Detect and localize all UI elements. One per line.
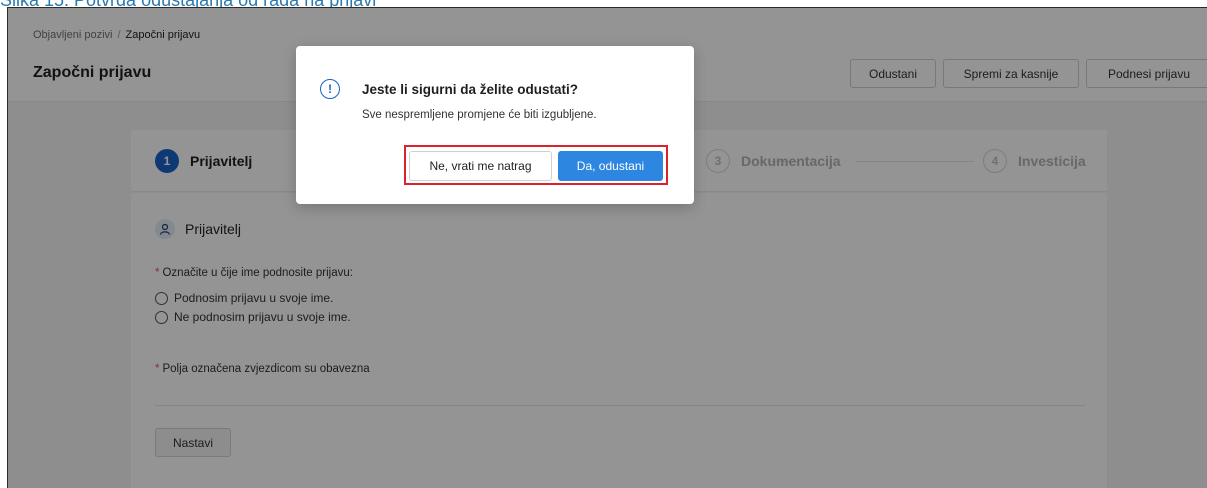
app-window: Objavljeni pozivi / Započni prijavu Započn…: [7, 7, 1207, 488]
go-back-button[interactable]: Ne, vrati me natrag: [409, 151, 552, 181]
exclamation-circle-icon: !: [320, 79, 340, 99]
confirm-cancel-dialog: ! Jeste li sigurni da želite odustati? S…: [296, 46, 694, 204]
dialog-message: Sve nespremljene promjene će biti izgubl…: [362, 109, 597, 121]
dialog-title: Jeste li sigurni da želite odustati?: [362, 82, 579, 97]
confirm-cancel-button[interactable]: Da, odustani: [558, 151, 663, 181]
